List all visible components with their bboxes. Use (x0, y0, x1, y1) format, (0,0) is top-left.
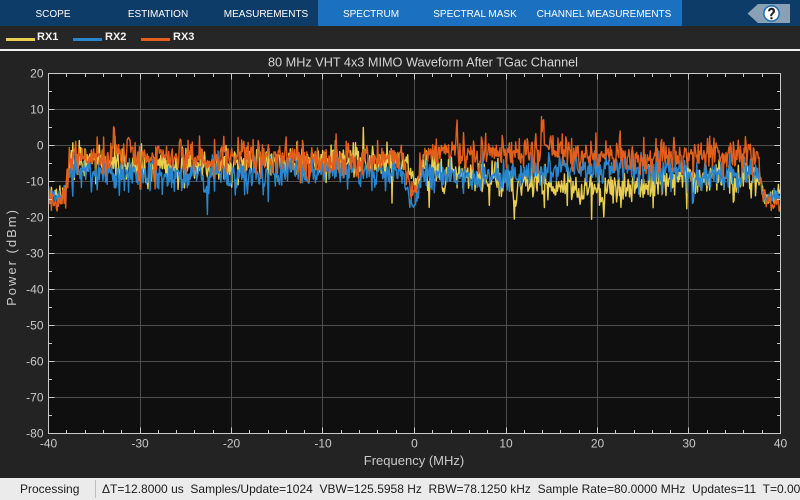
svg-text:0: 0 (411, 437, 418, 451)
svg-text:-60: -60 (26, 355, 44, 369)
svg-text:-20: -20 (26, 211, 44, 225)
svg-text:-20: -20 (223, 437, 241, 451)
svg-text:Power (dBm): Power (dBm) (4, 208, 19, 306)
svg-text:0: 0 (37, 139, 44, 153)
svg-text:10: 10 (30, 103, 44, 117)
svg-text:-30: -30 (131, 437, 149, 451)
svg-text:40: 40 (774, 437, 788, 451)
svg-text:-40: -40 (40, 437, 58, 451)
svg-text:20: 20 (30, 67, 44, 81)
svg-text:30: 30 (682, 437, 696, 451)
svg-text:Frequency (MHz): Frequency (MHz) (364, 453, 464, 468)
svg-text:-50: -50 (26, 319, 44, 333)
svg-text:-10: -10 (26, 175, 44, 189)
svg-text:80 MHz VHT 4x3 MIMO Waveform A: 80 MHz VHT 4x3 MIMO Waveform After TGac … (268, 55, 578, 69)
svg-text:10: 10 (499, 437, 513, 451)
svg-text:-10: -10 (314, 437, 332, 451)
svg-text:-30: -30 (26, 247, 44, 261)
svg-text:-70: -70 (26, 391, 44, 405)
svg-text:20: 20 (591, 437, 605, 451)
svg-text:-40: -40 (26, 283, 44, 297)
